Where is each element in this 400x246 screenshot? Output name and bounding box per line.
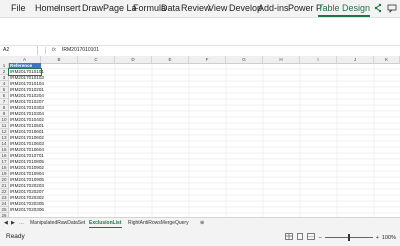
- column-header[interactable]: D: [115, 56, 152, 63]
- column-header[interactable]: A: [9, 56, 41, 63]
- ribbon-tabs: File Home Insert Draw Page La Formula Da…: [0, 0, 400, 18]
- tab-data[interactable]: Data: [161, 3, 180, 14]
- zoom-out-icon[interactable]: −: [318, 235, 321, 241]
- formula-input[interactable]: IRM2017010101: [62, 46, 99, 55]
- sheet-nav-next-icon[interactable]: ▶: [11, 219, 15, 227]
- page-layout-icon[interactable]: [296, 233, 304, 242]
- column-header[interactable]: K: [374, 56, 400, 63]
- ribbon-icons: [372, 2, 398, 14]
- column-header[interactable]: F: [189, 56, 226, 63]
- name-box[interactable]: A2: [1, 46, 38, 55]
- zoom-slider[interactable]: [324, 234, 373, 241]
- column-header[interactable]: E: [152, 56, 189, 63]
- normal-view-icon[interactable]: [285, 233, 294, 242]
- comment-icon[interactable]: [386, 2, 398, 14]
- status-ready: Ready: [6, 233, 25, 240]
- tab-page-layout[interactable]: Page La: [103, 3, 137, 14]
- tab-home[interactable]: Home: [35, 3, 59, 14]
- tab-view[interactable]: View: [208, 3, 227, 14]
- column-header[interactable]: H: [263, 56, 300, 63]
- formula-separator: [45, 47, 46, 54]
- fx-icon[interactable]: fx: [52, 46, 56, 55]
- zoom-slider-thumb[interactable]: [347, 234, 350, 241]
- share-icon[interactable]: [372, 2, 384, 14]
- tab-add-ins[interactable]: Add-ins: [258, 3, 289, 14]
- column-header[interactable]: B: [41, 56, 78, 63]
- sheet-tab-active[interactable]: ExclusionList: [89, 219, 122, 228]
- tab-table-design[interactable]: Table Design: [318, 3, 371, 17]
- sheet-tab[interactable]: RightAntiRowsMergeQuery: [128, 219, 189, 227]
- zoom-level[interactable]: 100%: [382, 235, 396, 241]
- column-header[interactable]: J: [337, 56, 374, 63]
- sheet-nav-prev-icon[interactable]: ◀: [4, 219, 8, 227]
- column-headers: A B C D E F G H I J K: [0, 56, 400, 64]
- tab-file[interactable]: File: [11, 3, 26, 14]
- tab-insert[interactable]: Insert: [58, 3, 81, 14]
- column-header[interactable]: C: [78, 56, 115, 63]
- gridlines: [0, 56, 400, 217]
- zoom-control: − + 100%: [285, 233, 396, 242]
- tab-draw[interactable]: Draw: [82, 3, 103, 14]
- column-header[interactable]: G: [226, 56, 263, 63]
- column-header[interactable]: I: [300, 56, 337, 63]
- sheet-overflow-icon[interactable]: …: [19, 219, 24, 227]
- tab-power-pivot[interactable]: Power P: [288, 3, 322, 14]
- table-cell[interactable]: IRM2017020306: [9, 207, 44, 213]
- tab-review[interactable]: Review: [181, 3, 211, 14]
- spreadsheet-grid[interactable]: A B C D E F G H I J K 1 2 3 4 5 6 7 8 9 …: [0, 56, 400, 217]
- zoom-in-icon[interactable]: +: [376, 235, 379, 241]
- sheet-tab[interactable]: ManipulatedRawDataSet: [30, 219, 85, 227]
- status-bar: Ready − + 100%: [0, 228, 400, 246]
- page-break-icon[interactable]: [307, 233, 316, 242]
- add-sheet-icon[interactable]: ⊕: [200, 219, 204, 227]
